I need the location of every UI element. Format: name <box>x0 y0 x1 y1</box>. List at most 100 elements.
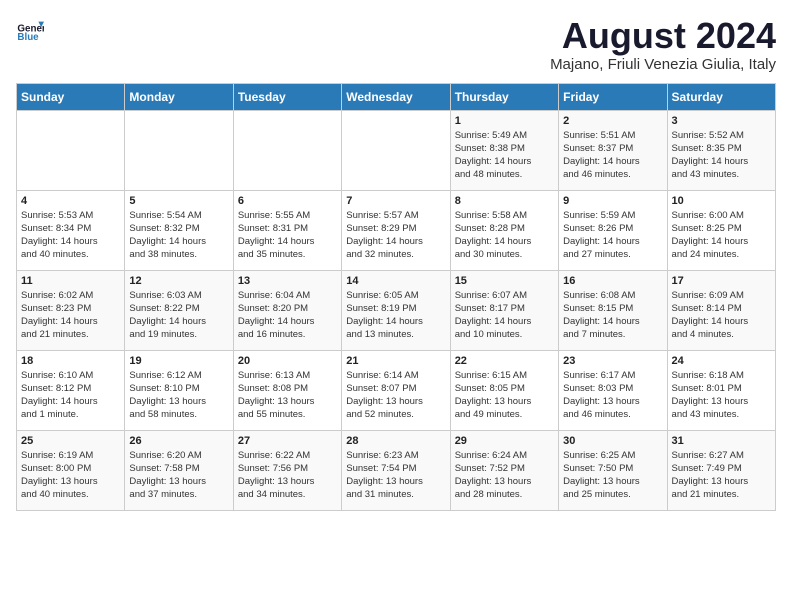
day-cell: 1Sunrise: 5:49 AM Sunset: 8:38 PM Daylig… <box>450 110 558 190</box>
day-info: Sunrise: 6:24 AM Sunset: 7:52 PM Dayligh… <box>455 449 554 502</box>
day-info: Sunrise: 5:52 AM Sunset: 8:35 PM Dayligh… <box>672 129 771 182</box>
day-number: 11 <box>21 275 120 287</box>
day-number: 31 <box>672 435 771 447</box>
day-info: Sunrise: 6:10 AM Sunset: 8:12 PM Dayligh… <box>21 369 120 422</box>
day-cell: 7 Sunrise: 5:57 AM Sunset: 8:29 PM Daylig… <box>342 190 450 270</box>
day-number: 22 <box>455 355 554 367</box>
day-number: 28 <box>346 435 445 447</box>
week-row-2: 4 Sunrise: 5:53 AM Sunset: 8:34 PM Daylig… <box>17 190 776 270</box>
day-cell: 25Sunrise: 6:19 AM Sunset: 8:00 PM Dayli… <box>17 430 125 510</box>
day-number: 23 <box>563 355 662 367</box>
title-area: August 2024 Majano, Friuli Venezia Giuli… <box>550 16 776 73</box>
day-info: Sunrise: 6:05 AM Sunset: 8:19 PM Dayligh… <box>346 289 445 342</box>
day-info: Sunrise: 5:54 AM Sunset: 8:32 PM Dayligh… <box>129 209 228 262</box>
col-thursday: Thursday <box>450 83 558 110</box>
day-number: 17 <box>672 275 771 287</box>
day-info: Sunrise: 5:57 AM Sunset: 8:29 PM Dayligh… <box>346 209 445 262</box>
day-number: 8 <box>455 195 554 207</box>
day-info: Sunrise: 6:09 AM Sunset: 8:14 PM Dayligh… <box>672 289 771 342</box>
day-cell: 28 Sunrise: 6:23 AM Sunset: 7:54 PM Dayli… <box>342 430 450 510</box>
col-sunday: Sunday <box>17 83 125 110</box>
day-number: 24 <box>672 355 771 367</box>
calendar-subtitle: Majano, Friuli Venezia Giulia, Italy <box>550 56 776 73</box>
day-number: 15 <box>455 275 554 287</box>
col-monday: Monday <box>125 83 233 110</box>
col-saturday: Saturday <box>667 83 775 110</box>
day-cell <box>125 110 233 190</box>
day-cell: 24Sunrise: 6:18 AM Sunset: 8:01 PM Dayli… <box>667 350 775 430</box>
day-cell: 22 Sunrise: 6:15 AM Sunset: 8:05 PM Dayli… <box>450 350 558 430</box>
col-friday: Friday <box>559 83 667 110</box>
day-cell: 12 Sunrise: 6:03 AM Sunset: 8:22 PM Dayli… <box>125 270 233 350</box>
svg-text:Blue: Blue <box>17 32 39 43</box>
day-cell: 2 Sunrise: 5:51 AM Sunset: 8:37 PM Daylig… <box>559 110 667 190</box>
day-info: Sunrise: 6:20 AM Sunset: 7:58 PM Dayligh… <box>129 449 228 502</box>
day-info: Sunrise: 6:12 AM Sunset: 8:10 PM Dayligh… <box>129 369 228 422</box>
day-number: 26 <box>129 435 228 447</box>
day-number: 12 <box>129 275 228 287</box>
day-cell: 14 Sunrise: 6:05 AM Sunset: 8:19 PM Dayli… <box>342 270 450 350</box>
day-number: 3 <box>672 115 771 127</box>
day-number: 13 <box>238 275 337 287</box>
header-row: Sunday Monday Tuesday Wednesday Thursday… <box>17 83 776 110</box>
day-number: 1 <box>455 115 554 127</box>
day-number: 21 <box>346 355 445 367</box>
day-info: Sunrise: 5:53 AM Sunset: 8:34 PM Dayligh… <box>21 209 120 262</box>
day-cell: 29 Sunrise: 6:24 AM Sunset: 7:52 PM Dayli… <box>450 430 558 510</box>
day-number: 20 <box>238 355 337 367</box>
day-number: 7 <box>346 195 445 207</box>
day-cell: 11 Sunrise: 6:02 AM Sunset: 8:23 PM Dayli… <box>17 270 125 350</box>
day-info: Sunrise: 6:22 AM Sunset: 7:56 PM Dayligh… <box>238 449 337 502</box>
week-row-1: 1Sunrise: 5:49 AM Sunset: 8:38 PM Daylig… <box>17 110 776 190</box>
week-row-3: 11 Sunrise: 6:02 AM Sunset: 8:23 PM Dayli… <box>17 270 776 350</box>
day-cell: 15 Sunrise: 6:07 AM Sunset: 8:17 PM Dayli… <box>450 270 558 350</box>
day-number: 25 <box>21 435 120 447</box>
day-cell: 5 Sunrise: 5:54 AM Sunset: 8:32 PM Daylig… <box>125 190 233 270</box>
day-info: Sunrise: 5:51 AM Sunset: 8:37 PM Dayligh… <box>563 129 662 182</box>
day-cell: 6 Sunrise: 5:55 AM Sunset: 8:31 PM Daylig… <box>233 190 341 270</box>
day-info: Sunrise: 6:07 AM Sunset: 8:17 PM Dayligh… <box>455 289 554 342</box>
day-cell: 19Sunrise: 6:12 AM Sunset: 8:10 PM Dayli… <box>125 350 233 430</box>
day-cell: 23 Sunrise: 6:17 AM Sunset: 8:03 PM Dayli… <box>559 350 667 430</box>
day-number: 2 <box>563 115 662 127</box>
day-number: 14 <box>346 275 445 287</box>
day-number: 30 <box>563 435 662 447</box>
day-info: Sunrise: 6:15 AM Sunset: 8:05 PM Dayligh… <box>455 369 554 422</box>
day-cell <box>342 110 450 190</box>
day-cell: 27 Sunrise: 6:22 AM Sunset: 7:56 PM Dayli… <box>233 430 341 510</box>
logo: General Blue <box>16 16 44 44</box>
day-cell: 8 Sunrise: 5:58 AM Sunset: 8:28 PM Daylig… <box>450 190 558 270</box>
day-cell: 13 Sunrise: 6:04 AM Sunset: 8:20 PM Dayli… <box>233 270 341 350</box>
day-cell: 18Sunrise: 6:10 AM Sunset: 8:12 PM Dayli… <box>17 350 125 430</box>
page-header: General Blue August 2024 Majano, Friuli … <box>16 16 776 73</box>
day-info: Sunrise: 5:55 AM Sunset: 8:31 PM Dayligh… <box>238 209 337 262</box>
day-info: Sunrise: 6:00 AM Sunset: 8:25 PM Dayligh… <box>672 209 771 262</box>
day-info: Sunrise: 6:14 AM Sunset: 8:07 PM Dayligh… <box>346 369 445 422</box>
day-info: Sunrise: 6:17 AM Sunset: 8:03 PM Dayligh… <box>563 369 662 422</box>
week-row-4: 18Sunrise: 6:10 AM Sunset: 8:12 PM Dayli… <box>17 350 776 430</box>
day-cell: 4 Sunrise: 5:53 AM Sunset: 8:34 PM Daylig… <box>17 190 125 270</box>
day-cell: 30 Sunrise: 6:25 AM Sunset: 7:50 PM Dayli… <box>559 430 667 510</box>
calendar-title: August 2024 <box>550 16 776 56</box>
day-number: 9 <box>563 195 662 207</box>
day-number: 29 <box>455 435 554 447</box>
day-info: Sunrise: 5:59 AM Sunset: 8:26 PM Dayligh… <box>563 209 662 262</box>
day-info: Sunrise: 6:25 AM Sunset: 7:50 PM Dayligh… <box>563 449 662 502</box>
day-number: 5 <box>129 195 228 207</box>
day-number: 4 <box>21 195 120 207</box>
day-cell <box>17 110 125 190</box>
day-number: 27 <box>238 435 337 447</box>
day-info: Sunrise: 6:02 AM Sunset: 8:23 PM Dayligh… <box>21 289 120 342</box>
day-cell: 31 Sunrise: 6:27 AM Sunset: 7:49 PM Dayli… <box>667 430 775 510</box>
day-info: Sunrise: 6:04 AM Sunset: 8:20 PM Dayligh… <box>238 289 337 342</box>
day-cell: 9 Sunrise: 5:59 AM Sunset: 8:26 PM Daylig… <box>559 190 667 270</box>
day-cell: 17 Sunrise: 6:09 AM Sunset: 8:14 PM Dayli… <box>667 270 775 350</box>
day-info: Sunrise: 6:03 AM Sunset: 8:22 PM Dayligh… <box>129 289 228 342</box>
day-number: 6 <box>238 195 337 207</box>
day-info: Sunrise: 6:27 AM Sunset: 7:49 PM Dayligh… <box>672 449 771 502</box>
logo-icon: General Blue <box>16 16 44 44</box>
day-info: Sunrise: 6:23 AM Sunset: 7:54 PM Dayligh… <box>346 449 445 502</box>
day-info: Sunrise: 5:58 AM Sunset: 8:28 PM Dayligh… <box>455 209 554 262</box>
day-cell: 3 Sunrise: 5:52 AM Sunset: 8:35 PM Daylig… <box>667 110 775 190</box>
col-wednesday: Wednesday <box>342 83 450 110</box>
